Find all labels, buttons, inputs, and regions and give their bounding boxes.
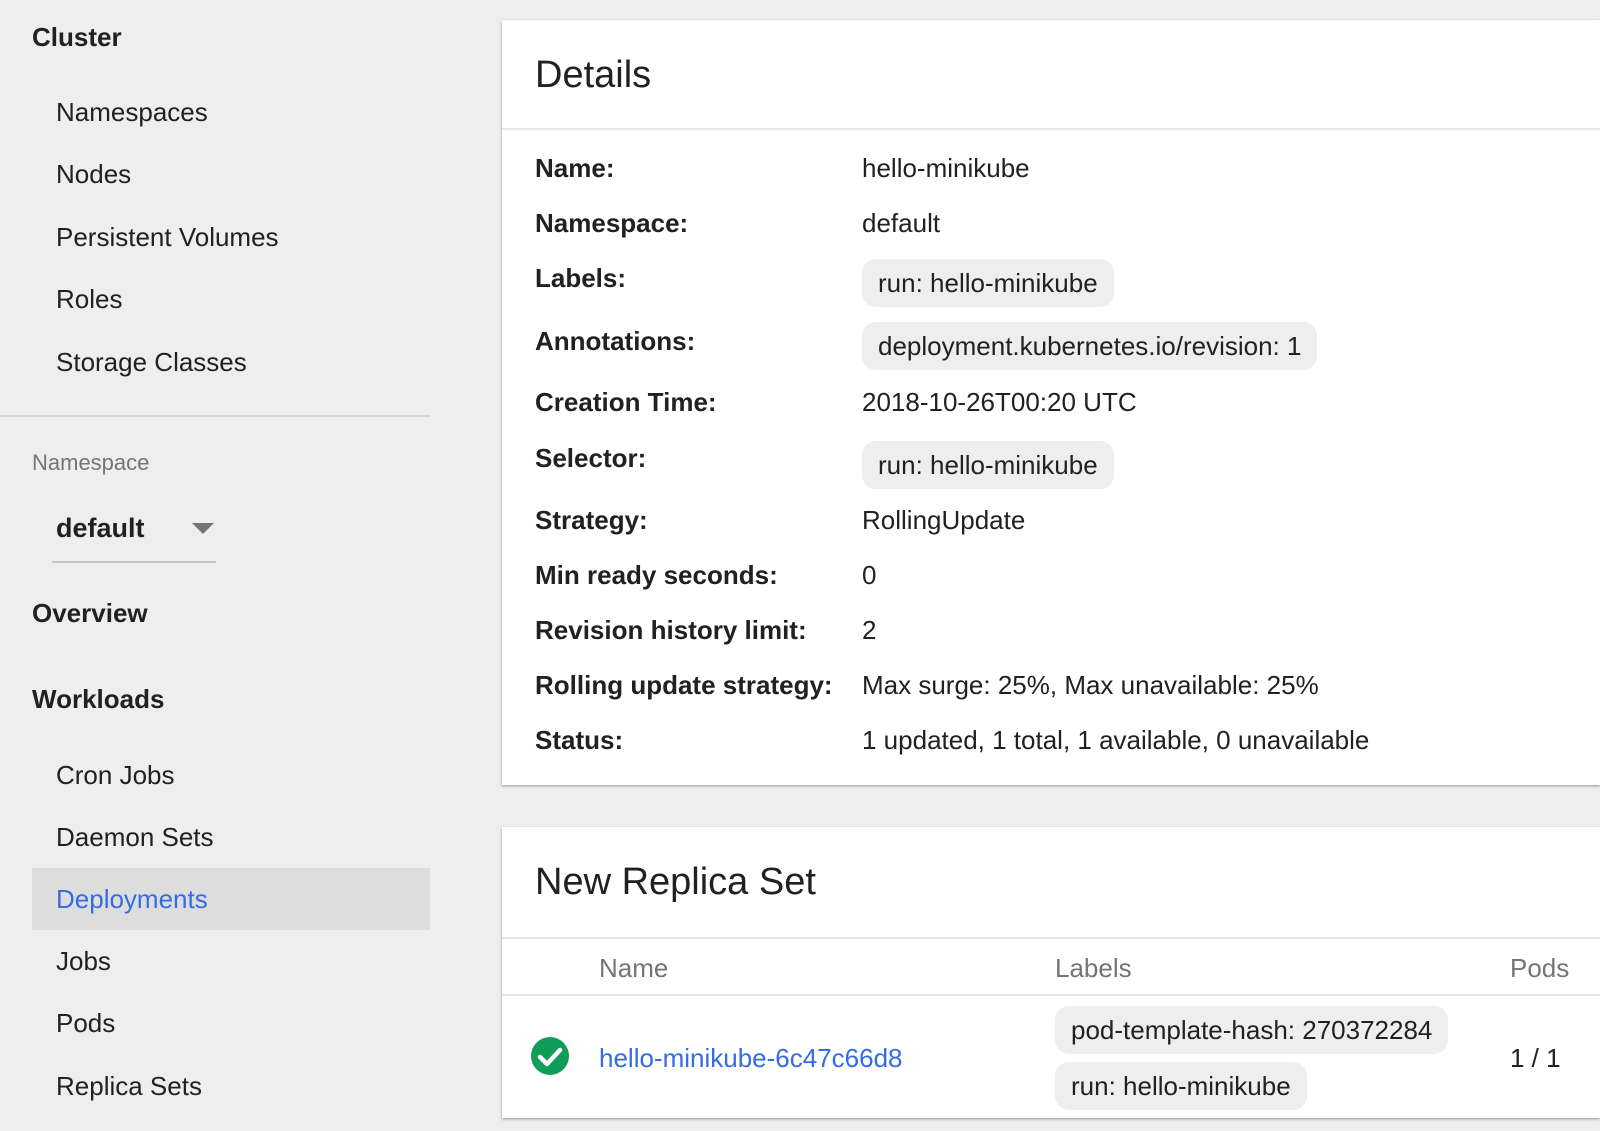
namespace-label: Namespace bbox=[32, 450, 150, 475]
sidebar-item-namespaces[interactable]: Namespaces bbox=[32, 81, 430, 143]
detail-key: Namespace: bbox=[535, 208, 689, 238]
sidebar-item-replica-sets[interactable]: Replica Sets bbox=[32, 1055, 430, 1117]
detail-key: Revision history limit: bbox=[535, 615, 807, 645]
selector-chip: run: hello-minikube bbox=[862, 441, 1114, 489]
sidebar-item-jobs[interactable]: Jobs bbox=[32, 930, 430, 992]
detail-value: 1 updated, 1 total, 1 available, 0 unava… bbox=[862, 725, 1370, 755]
detail-value: RollingUpdate bbox=[862, 505, 1026, 535]
detail-key: Status: bbox=[535, 725, 624, 755]
replica-set-label-chip: run: hello-minikube bbox=[1055, 1062, 1307, 1110]
column-header-labels: Labels bbox=[1055, 953, 1132, 983]
detail-value: 2 bbox=[862, 615, 877, 645]
sidebar-item-nodes[interactable]: Nodes bbox=[32, 143, 430, 205]
sidebar: Cluster Namespaces Nodes Persistent Volu… bbox=[0, 0, 430, 1131]
detail-value: default bbox=[862, 208, 941, 238]
namespace-selected-value: default bbox=[56, 513, 145, 543]
sidebar-section-cluster: Cluster bbox=[32, 22, 122, 52]
caret-down-icon bbox=[192, 523, 214, 534]
replica-set-title: New Replica Set bbox=[535, 861, 816, 903]
sidebar-divider bbox=[0, 415, 430, 417]
detail-key: Strategy: bbox=[535, 505, 648, 535]
details-separator bbox=[502, 128, 1600, 130]
check-circle-icon bbox=[531, 1037, 569, 1075]
sidebar-item-roles[interactable]: Roles bbox=[32, 268, 430, 330]
table-header-separator bbox=[502, 994, 1600, 996]
detail-key: Creation Time: bbox=[535, 387, 717, 417]
detail-key: Selector: bbox=[535, 443, 647, 473]
replica-set-pods-count: 1 / 1 bbox=[1510, 1043, 1561, 1073]
sidebar-item-storage-classes[interactable]: Storage Classes bbox=[32, 331, 430, 393]
replica-set-label-chip: pod-template-hash: 270372284 bbox=[1055, 1006, 1449, 1054]
detail-value: 2018-10-26T00:20 UTC bbox=[862, 387, 1137, 417]
replica-set-name-link[interactable]: hello-minikube-6c47c66d8 bbox=[599, 1043, 903, 1074]
namespace-select[interactable]: default bbox=[52, 505, 216, 563]
column-header-name[interactable]: Name bbox=[599, 953, 668, 984]
detail-value: hello-minikube bbox=[862, 153, 1030, 183]
sidebar-item-deployments[interactable]: Deployments bbox=[32, 868, 430, 930]
detail-value: Max surge: 25%, Max unavailable: 25% bbox=[862, 670, 1319, 700]
sidebar-item-cron-jobs[interactable]: Cron Jobs bbox=[32, 744, 430, 806]
detail-key: Min ready seconds: bbox=[535, 560, 778, 590]
label-chip: run: hello-minikube bbox=[862, 259, 1114, 307]
sidebar-item-daemon-sets[interactable]: Daemon Sets bbox=[32, 806, 430, 868]
sidebar-section-workloads[interactable]: Workloads bbox=[32, 684, 164, 715]
replica-set-card: New Replica Set Name Labels Pods bbox=[502, 827, 1600, 1118]
detail-key: Labels: bbox=[535, 263, 627, 293]
detail-key: Rolling update strategy: bbox=[535, 670, 833, 700]
sidebar-item-pods[interactable]: Pods bbox=[32, 992, 430, 1054]
detail-key: Name: bbox=[535, 153, 615, 183]
column-header-pods: Pods bbox=[1510, 953, 1570, 983]
detail-value: 0 bbox=[862, 560, 877, 590]
annotation-chip: deployment.kubernetes.io/revision: 1 bbox=[862, 322, 1318, 370]
sidebar-item-persistent-volumes[interactable]: Persistent Volumes bbox=[32, 206, 430, 268]
sidebar-item-overview[interactable]: Overview bbox=[32, 598, 148, 629]
detail-key: Annotations: bbox=[535, 326, 696, 356]
details-title: Details bbox=[535, 54, 652, 96]
replica-set-separator bbox=[502, 937, 1600, 939]
